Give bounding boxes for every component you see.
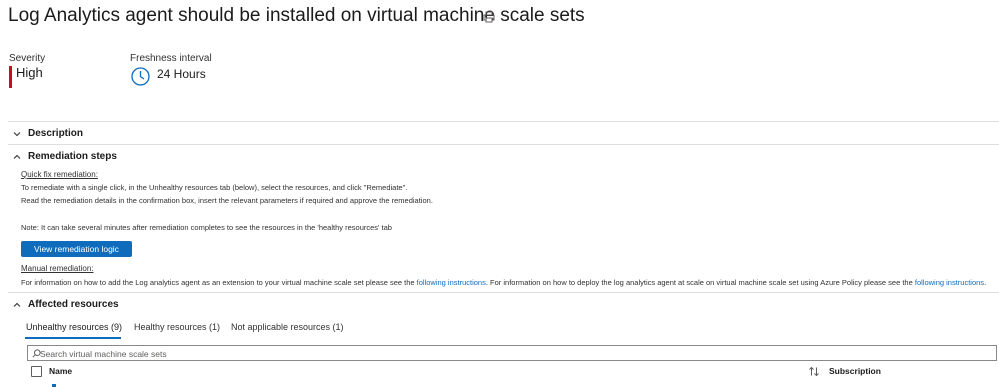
severity-value: High bbox=[16, 65, 43, 80]
quick-fix-line-2: Read the remediation details in the conf… bbox=[21, 196, 433, 205]
view-remediation-logic-button[interactable]: View remediation logic bbox=[21, 241, 132, 257]
manual-text-part: . For information on how to deploy the l… bbox=[485, 278, 915, 287]
manual-remediation-heading: Manual remediation: bbox=[21, 264, 94, 273]
sort-icon[interactable] bbox=[808, 366, 820, 377]
following-instructions-link[interactable]: following instructions bbox=[915, 278, 984, 287]
manual-text-part: For information on how to add the Log an… bbox=[21, 278, 417, 287]
chevron-up-icon bbox=[13, 302, 21, 307]
severity-label: Severity bbox=[9, 53, 46, 64]
chevron-down-icon bbox=[13, 132, 21, 137]
tab-healthy-resources[interactable]: Healthy resources (1) bbox=[134, 322, 220, 332]
quick-fix-heading: Quick fix remediation: bbox=[21, 170, 98, 179]
affected-resources-heading: Affected resources bbox=[28, 299, 119, 310]
chevron-up-icon bbox=[13, 154, 21, 159]
search-placeholder: Search virtual machine scale sets bbox=[40, 349, 167, 359]
page-title: Log Analytics agent should be installed … bbox=[8, 5, 585, 26]
clock-icon bbox=[131, 67, 150, 86]
remediation-note: Note: It can take several minutes after … bbox=[21, 223, 392, 232]
manual-remediation-text: For information on how to add the Log an… bbox=[21, 278, 986, 287]
column-header-name[interactable]: Name bbox=[49, 366, 72, 376]
affected-resources-toggle[interactable]: Affected resources bbox=[12, 298, 212, 312]
active-tab-indicator bbox=[25, 337, 121, 339]
print-icon[interactable] bbox=[482, 10, 496, 24]
tab-unhealthy-resources[interactable]: Unhealthy resources (9) bbox=[26, 322, 122, 332]
freshness-label: Freshness interval bbox=[130, 53, 212, 64]
freshness-value: 24 Hours bbox=[157, 67, 206, 81]
severity-indicator bbox=[9, 66, 12, 88]
following-instructions-link[interactable]: following instructions bbox=[417, 278, 486, 287]
divider bbox=[8, 121, 999, 122]
divider bbox=[8, 144, 999, 145]
column-header-subscription[interactable]: Subscription bbox=[829, 366, 881, 376]
select-all-checkbox[interactable] bbox=[31, 366, 42, 377]
quick-fix-line-1: To remediate with a single click, in the… bbox=[21, 183, 408, 192]
search-input[interactable] bbox=[27, 345, 997, 361]
description-heading: Description bbox=[28, 128, 84, 139]
description-toggle[interactable]: Description bbox=[12, 127, 212, 141]
remediation-heading: Remediation steps bbox=[28, 151, 117, 162]
manual-text-part: . bbox=[984, 278, 987, 287]
remediation-toggle[interactable]: Remediation steps bbox=[12, 150, 212, 164]
tab-not-applicable-resources[interactable]: Not applicable resources (1) bbox=[231, 322, 344, 332]
divider bbox=[8, 292, 999, 293]
